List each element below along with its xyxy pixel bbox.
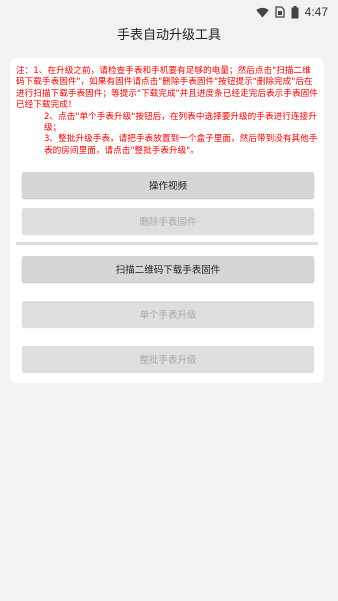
scan-download-firmware-button[interactable]: 扫描二维码下载手表固件 [22, 256, 314, 282]
delete-firmware-button[interactable]: 删除手表固件 [22, 208, 314, 234]
notice-text: 注：1、在升级之前，请检查手表和手机要有足够的电量；然后点击"扫描二维码下载手表… [16, 66, 318, 157]
notice-line-2: 2、点击"单个手表升级"按钮后，在列表中选择要升级的手表进行连接升级； [44, 111, 317, 134]
batch-upgrade-button[interactable]: 整批手表升级 [22, 346, 314, 372]
operation-video-button[interactable]: 操作视频 [22, 172, 314, 198]
notice-line-3: 3、整批升级手表，请把手表放置到一个盒子里面，然后带到没有其他手表的房间里面，请… [44, 134, 318, 156]
sim-icon [274, 6, 285, 18]
status-time: 4:47 [304, 5, 328, 19]
status-bar: 4:47 [0, 0, 338, 24]
battery-icon [291, 5, 299, 19]
main-card: 注：1、在升级之前，请检查手表和手机要有足够的电量；然后点击"扫描二维码下载手表… [10, 58, 324, 383]
single-upgrade-button[interactable]: 单个手表升级 [22, 301, 314, 327]
wifi-icon [255, 7, 269, 18]
app-title: 手表自动升级工具 [116, 28, 221, 43]
divider [16, 242, 318, 245]
notice-line-1: 注：1、在升级之前，请检查手表和手机要有足够的电量；然后点击"扫描二维码下载手表… [16, 66, 318, 111]
